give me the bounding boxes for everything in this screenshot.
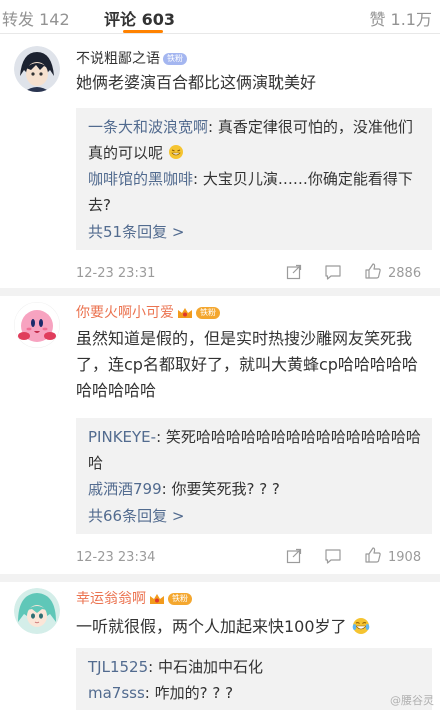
avatar[interactable]	[14, 46, 60, 92]
tab-comments[interactable]: 评论 603	[104, 6, 175, 30]
fan-badge: 铁粉	[168, 593, 192, 605]
like-count: 2886	[388, 266, 422, 281]
share-icon[interactable]	[286, 548, 302, 564]
username-line: 不说粗鄙之语 铁粉	[76, 48, 187, 68]
reply-item: TJL1525: 中石油加中石化	[88, 654, 422, 680]
thumbs-up-icon[interactable]	[364, 262, 382, 280]
reply-item: 戚洒酒799: 你要笑死我? ? ?	[88, 476, 422, 502]
reply-username[interactable]: PINKEYE-	[88, 428, 156, 446]
laugh-cry-emoji-icon	[352, 617, 370, 636]
avatar[interactable]	[14, 302, 60, 348]
more-replies-link[interactable]: 共51条回复 >	[88, 218, 422, 246]
comment-divider	[0, 574, 440, 582]
more-replies-link[interactable]: 共66条回复 >	[88, 502, 422, 530]
reply-item: 咖啡馆的黑咖啡: 大宝贝儿演……你确定能看得下去?	[88, 166, 422, 218]
timestamp: 12-23 23:31	[76, 266, 156, 281]
tab-reposts[interactable]: 转发 142	[2, 6, 70, 30]
watermark: @腰谷灵	[390, 694, 434, 707]
tab-likes[interactable]: 赞 1.1万	[369, 6, 432, 30]
comment-text: 一听就很假，两个人加起来快100岁了	[76, 614, 426, 640]
reply-item: ma7sss: 咋加的? ? ?	[88, 680, 422, 706]
reply-box[interactable]: 一条大和波浪宽啊: 真香定律很可怕的，没准他们真的可以呢 咖啡馆的黑咖啡: 大宝…	[76, 108, 432, 250]
reply-text: : 咋加的? ? ?	[144, 684, 234, 702]
comment-actions: 12-23 23:31 2886	[76, 262, 426, 284]
share-icon[interactable]	[286, 264, 302, 280]
comment-tabs: 转发 142 评论 603 赞 1.1万	[0, 0, 440, 34]
username-line: 你要火啊小可爱 铁粉	[76, 302, 220, 322]
vip-crown-icon	[149, 593, 165, 605]
avatar[interactable]	[14, 588, 60, 634]
username-line: 幸运翁翁啊 铁粉	[76, 588, 192, 608]
reply-item: PINKEYE-: 笑死哈哈哈哈哈哈哈哈哈哈哈哈哈哈哈哈	[88, 424, 422, 476]
reply-box[interactable]: TJL1525: 中石油加中石化 ma7sss: 咋加的? ? ?	[76, 648, 432, 710]
timestamp: 12-23 23:34	[76, 550, 156, 565]
reply-username[interactable]: 一条大和波浪宽啊	[88, 118, 208, 136]
comment-text-body: 一听就很假，两个人加起来快100岁了	[76, 617, 347, 636]
grin-emoji-icon	[168, 144, 184, 162]
username[interactable]: 幸运翁翁啊	[76, 591, 146, 607]
reply-text: : 中石油加中石化	[148, 658, 263, 676]
reply-item: 一条大和波浪宽啊: 真香定律很可怕的，没准他们真的可以呢	[88, 114, 422, 166]
username[interactable]: 你要火啊小可爱	[76, 305, 174, 321]
reply-username[interactable]: 戚洒酒799	[88, 480, 162, 498]
reply-icon[interactable]	[324, 264, 342, 280]
fan-badge: 铁粉	[196, 307, 220, 319]
reply-username[interactable]: 咖啡馆的黑咖啡	[88, 170, 193, 188]
comment-text: 虽然知道是假的，但是实时热搜沙雕网友笑死我了，连cp名都取好了，就叫大黄蜂cp哈…	[76, 329, 418, 400]
reply-icon[interactable]	[324, 548, 342, 564]
reply-username[interactable]: TJL1525	[88, 658, 148, 676]
comment-text: 她俩老婆演百合都比这俩演耽美好	[76, 73, 317, 92]
username[interactable]: 不说粗鄙之语	[76, 51, 160, 67]
reply-text: : 你要笑死我? ? ?	[161, 480, 280, 498]
comment-actions: 12-23 23:34 1908	[76, 546, 426, 568]
thumbs-up-icon[interactable]	[364, 546, 382, 564]
reply-box[interactable]: PINKEYE-: 笑死哈哈哈哈哈哈哈哈哈哈哈哈哈哈哈哈 戚洒酒799: 你要笑…	[76, 418, 432, 534]
vip-crown-icon	[177, 307, 193, 319]
fan-badge: 铁粉	[163, 53, 187, 65]
reply-username[interactable]: ma7sss	[88, 684, 145, 702]
like-count: 1908	[388, 550, 422, 565]
active-tab-indicator	[123, 30, 163, 33]
comment-divider	[0, 288, 440, 296]
